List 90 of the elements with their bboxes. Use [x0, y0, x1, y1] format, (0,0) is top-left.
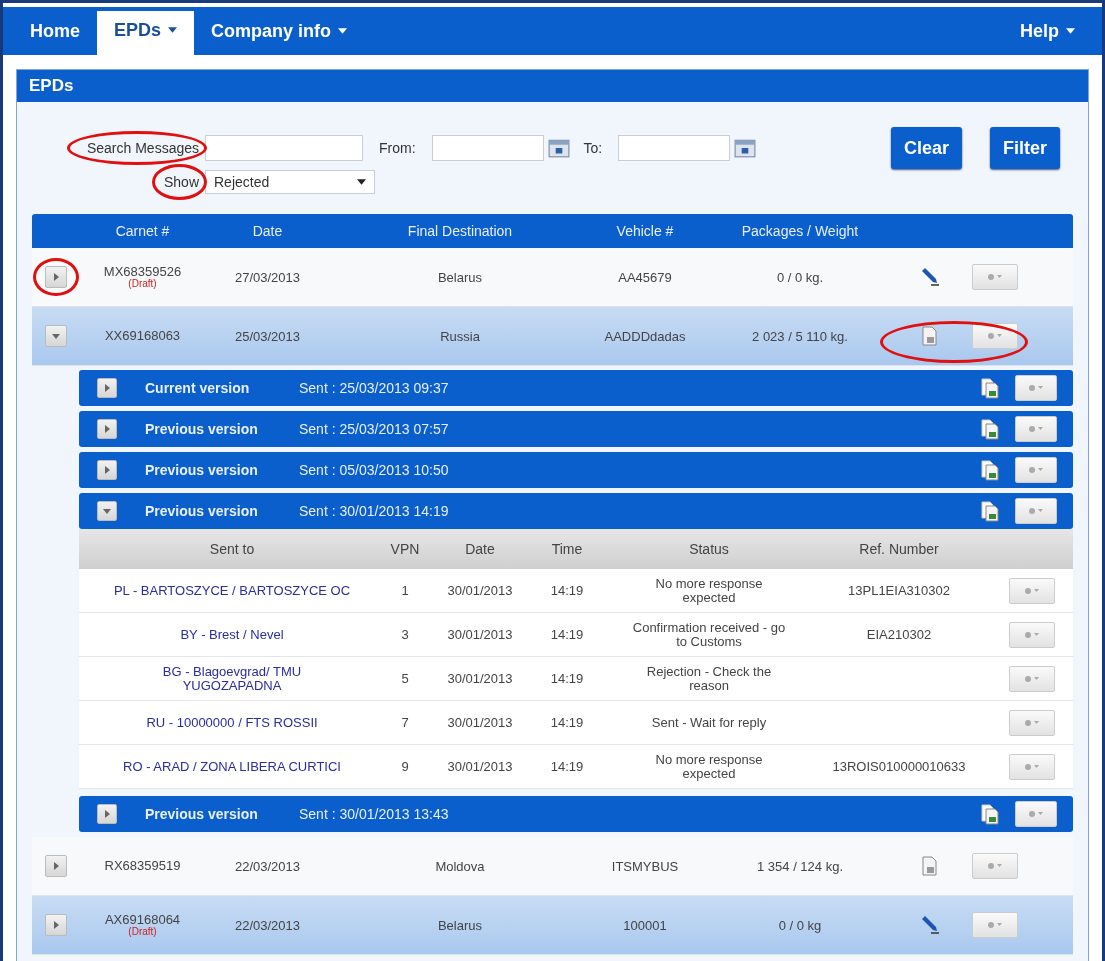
table-cell-text: 7 — [400, 715, 410, 730]
draft-label: (Draft) — [128, 926, 157, 938]
filter-action-button[interactable]: Clear — [890, 127, 962, 169]
table-cell-text: 30/01/2013 — [446, 583, 514, 598]
column-header: Status — [688, 541, 730, 557]
table-cell-text: ITSMYBUS — [610, 858, 680, 874]
table-cell-text: 1 — [400, 583, 410, 598]
table-cell-text: No more response expected — [654, 752, 764, 781]
table-cell-text: 22/03/2013 — [233, 917, 302, 933]
table-cell-text: 30/01/2013 — [446, 671, 514, 686]
column-header: Ref. Number — [858, 541, 940, 557]
panel-title: EPDs — [29, 76, 74, 96]
table-cell-text: Confirmation received - go to Customs — [631, 620, 787, 649]
version-label: Previous version — [145, 462, 259, 478]
version-bar[interactable]: Current version Sent : 25/03/2013 09:37 — [79, 370, 1073, 406]
column-header: Packages / Weight — [740, 223, 860, 239]
nav-tab[interactable]: EPDs — [97, 11, 195, 55]
nav-tab[interactable]: Home — [13, 11, 97, 51]
destination-link[interactable]: RO - ARAD / ZONA LIBERA CURTICI — [79, 759, 385, 774]
nav-tab[interactable]: Company info — [194, 11, 365, 51]
column-header: Carnet # — [114, 223, 171, 239]
help-menu[interactable]: Help — [1003, 11, 1092, 51]
column-header: Final Destination — [406, 223, 514, 239]
column-header: Date — [464, 541, 496, 557]
column-header: Date — [251, 223, 284, 239]
table-row[interactable]: MX68359526 (Draft) 27/03/2013 Belarus AA45679 0 / 0 kg. — [32, 248, 1073, 307]
sent-timestamp: Sent : 25/03/2013 09:37 — [299, 380, 449, 396]
draft-label: (Draft) — [128, 278, 157, 290]
carnet-number: RX68359519 — [104, 859, 181, 873]
table-cell: EIA210302 — [866, 627, 932, 642]
show-dropdown[interactable]: Rejected — [205, 170, 375, 194]
table-row[interactable]: XX69168063 25/03/2013 Russia AADDDdadas 2 023 / 5 110 kg. — [32, 307, 1073, 366]
table-cell-text: 14:19 — [549, 715, 585, 730]
sent-timestamp: Sent : 05/03/2013 10:50 — [299, 462, 449, 478]
destination-link[interactable]: PL - BARTOSZYCE / BARTOSZYCE OC — [79, 583, 385, 598]
column-header: Time — [550, 541, 584, 557]
from-label: From: — [379, 140, 416, 156]
column-header: Vehicle # — [615, 223, 675, 239]
table-cell-text: 30/01/2013 — [446, 715, 514, 730]
column-header: Sent to — [208, 541, 256, 557]
destination-link[interactable]: RU - 10000000 / FTS ROSSII — [79, 715, 385, 730]
table-cell-text: 9 — [400, 759, 410, 774]
table-cell-text: 0 / 0 kg. — [775, 269, 825, 285]
table-cell-text: 27/03/2013 — [233, 269, 302, 285]
sent-timestamp: Sent : 30/01/2013 13:43 — [299, 806, 449, 822]
version-label: Previous version — [145, 421, 259, 437]
table-cell: 13PL1EIA310302 — [848, 583, 950, 598]
table-cell-text: 1 354 / 124 kg. — [756, 858, 844, 874]
column-header: VPN — [389, 541, 421, 557]
table-cell-text: Moldova — [434, 858, 486, 874]
table-cell-text: 22/03/2013 — [233, 858, 302, 874]
table-cell-text: 30/01/2013 — [446, 627, 514, 642]
table-cell-text: 14:19 — [549, 759, 585, 774]
table-cell-text: 3 — [400, 627, 410, 642]
version-label: Previous version — [145, 503, 259, 519]
filter-action-button[interactable]: Filter — [990, 127, 1060, 169]
table-cell-text: 5 — [400, 671, 410, 686]
table-cell-text: AA45679 — [617, 269, 673, 285]
table-cell-text: 25/03/2013 — [233, 328, 302, 344]
table-cell-text: Rejection - Check the reason — [645, 664, 773, 693]
version-bar[interactable]: Previous version Sent : 25/03/2013 07:57 — [79, 411, 1073, 447]
table-cell-text: 0 / 0 kg — [777, 917, 823, 933]
table-cell-text: Sent - Wait for reply — [650, 715, 768, 730]
table-cell-text: 30/01/2013 — [446, 759, 514, 774]
table-cell-text: Belarus — [436, 269, 484, 285]
version-label: Current version — [145, 380, 251, 396]
table-cell-text: 100001 — [622, 917, 668, 933]
table-row[interactable]: AX69168064 (Draft) 22/03/2013 Belarus 100001 0 / 0 kg — [32, 896, 1073, 955]
destination-link[interactable]: BY - Brest / Nevel — [79, 627, 385, 642]
to-label: To: — [583, 140, 603, 156]
table-row[interactable]: RX68359519 22/03/2013 Moldova ITSMYBUS 1 354 / 124 kg. — [32, 837, 1073, 896]
table-cell-text: 14:19 — [549, 671, 585, 686]
carnet-number: XX69168063 — [104, 329, 181, 343]
version-bar[interactable]: Previous version Sent : 30/01/2013 14:19 — [79, 493, 1073, 529]
table-cell-text: No more response expected — [654, 576, 764, 605]
sent-timestamp: Sent : 30/01/2013 14:19 — [299, 503, 449, 519]
sent-timestamp: Sent : 25/03/2013 07:57 — [299, 421, 449, 437]
version-bar[interactable]: Previous version Sent : 05/03/2013 10:50 — [79, 452, 1073, 488]
carnet-number: MX68359526 — [103, 264, 182, 279]
table-cell-text: 14:19 — [549, 627, 585, 642]
destination-link[interactable]: BG - Blagoevgrad/ TMU YUGOZAPADNA — [79, 664, 385, 693]
table-cell-text: Russia — [439, 328, 481, 344]
carnet-number: AX69168064 — [104, 912, 181, 927]
version-bar[interactable]: Previous version Sent : 30/01/2013 13:43 — [79, 796, 1073, 832]
table-cell-text: 14:19 — [549, 583, 585, 598]
table-cell-text: Belarus — [436, 917, 484, 933]
table-cell: 13ROIS010000010633 — [832, 759, 966, 774]
version-label: Previous version — [145, 806, 259, 822]
table-cell-text: 2 023 / 5 110 kg. — [751, 328, 849, 344]
table-cell-text: AADDDdadas — [603, 328, 687, 344]
